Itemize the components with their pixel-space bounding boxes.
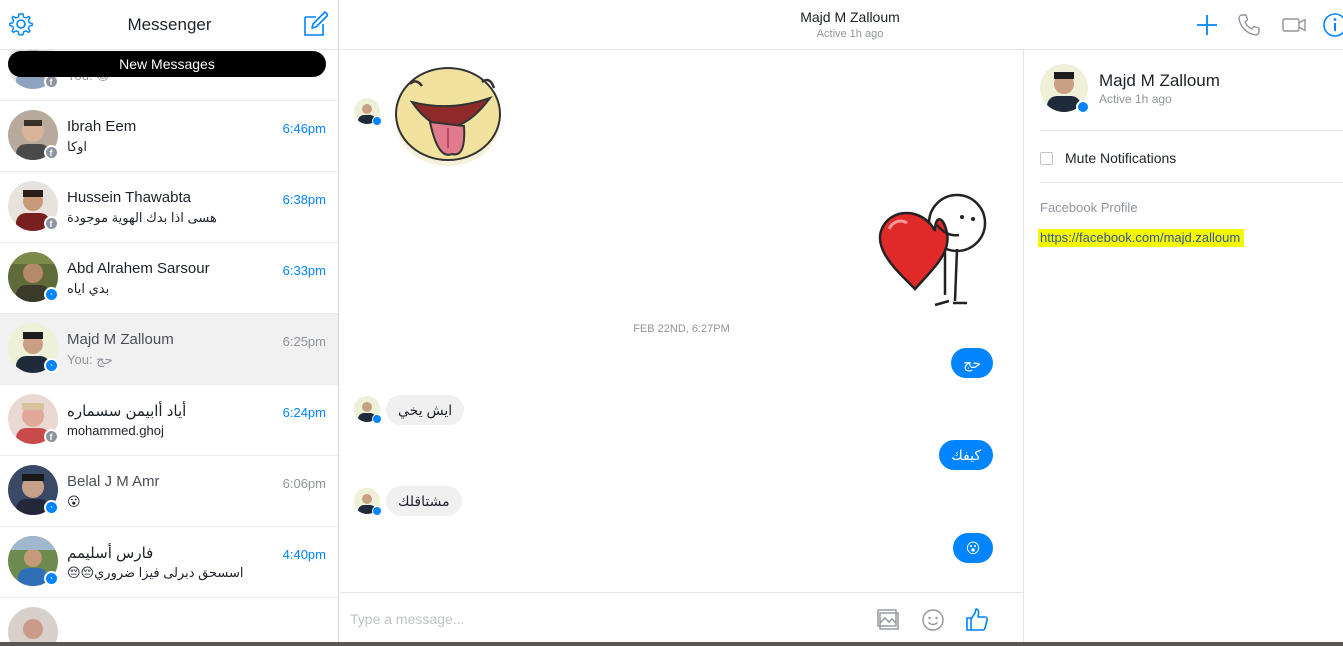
conversation-snippet: اوكا — [67, 139, 88, 154]
conversation-item[interactable]: Abd Alrahem Sarsour 6:33pm بدي اياه — [0, 243, 338, 314]
conversation-header: Majd M Zalloum Active 1h ago — [340, 0, 1343, 50]
conversation-time: 6:46pm — [282, 121, 326, 136]
messenger-badge-icon — [372, 414, 382, 424]
phone-icon[interactable] — [1236, 12, 1262, 38]
left-panel-title: Messenger — [127, 15, 212, 34]
conversation-name: Abd Alrahem Sarsour — [67, 260, 210, 277]
conversation-item[interactable]: f أياد أابيمن سسماره 6:24pm mohammed.gho… — [0, 385, 338, 456]
conversation-snippet: هسى اذا بدك الهوية موجودة — [67, 210, 217, 225]
divider — [1040, 182, 1343, 183]
info-icon[interactable] — [1322, 12, 1343, 38]
conversation-time: 6:25pm — [282, 334, 326, 349]
contact-status: Active 1h ago — [1099, 92, 1172, 106]
conversation-panel: Majd M Zalloum Active 1h ago FEB 22ND, 6… — [340, 0, 1343, 646]
composer — [340, 592, 1023, 646]
incoming-message: ايش يخي — [386, 395, 465, 425]
conversation-item-partial[interactable] — [0, 598, 338, 646]
conversation-time: 6:06pm — [282, 476, 326, 491]
conversation-name: فارس أسليمم — [67, 545, 154, 562]
conversation-list: f You: 😉 f Ibrah Eem 6:46pm اوكا f Husse… — [0, 30, 338, 646]
tongue-emoji-sticker — [390, 62, 506, 170]
conversation-item[interactable]: Belal J M Amr 6:06pm 😮 — [0, 456, 338, 527]
plus-icon[interactable] — [1194, 12, 1220, 38]
mute-label: Mute Notifications — [1065, 150, 1177, 166]
conversation-info-panel: Majd M Zalloum Active 1h ago Mute Notifi… — [1023, 50, 1343, 646]
outgoing-message: كيفك — [939, 440, 993, 470]
conversation-item-selected[interactable]: Majd M Zalloum 6:25pm You: حج — [0, 314, 338, 385]
sender-avatar — [354, 396, 382, 424]
messenger-badge-icon — [372, 116, 382, 126]
outgoing-message: حج — [951, 348, 993, 378]
conversation-snippet: 😮 — [67, 494, 81, 509]
date-divider: FEB 22ND, 6:27PM — [633, 323, 730, 335]
facebook-profile-label: Facebook Profile — [1040, 200, 1138, 215]
messenger-badge-icon — [44, 358, 59, 373]
left-header: Messenger — [0, 0, 338, 50]
image-icon[interactable] — [876, 607, 902, 633]
message-thread: FEB 22ND, 6:27PM حج ايش يخي كيفك مشتاقلك… — [340, 50, 1023, 592]
mute-checkbox[interactable] — [1040, 151, 1053, 165]
conversation-time: 6:38pm — [282, 192, 326, 207]
facebook-badge-icon: f — [44, 216, 59, 231]
svg-text:f: f — [50, 219, 54, 229]
conversation-list-panel: f You: 😉 f Ibrah Eem 6:46pm اوكا f Husse… — [0, 0, 339, 646]
conversation-name: أياد أابيمن سسماره — [67, 403, 187, 420]
heart-sticker — [875, 185, 991, 307]
contact-name: Majd M Zalloum — [1099, 71, 1220, 90]
conversation-time: 4:40pm — [282, 547, 326, 562]
taskbar-edge — [0, 642, 1343, 646]
compose-icon[interactable] — [302, 11, 329, 37]
facebook-badge-icon: f — [44, 429, 59, 444]
conversation-name: Belal J M Amr — [67, 473, 160, 490]
conversation-snippet: 😔😔اسسحق دبرلى فيزا ضروري — [67, 565, 244, 580]
emoji-icon[interactable] — [920, 607, 946, 633]
svg-text:f: f — [50, 432, 54, 442]
messenger-badge-icon — [1076, 100, 1090, 114]
messenger-badge-icon — [44, 287, 59, 302]
svg-text:f: f — [50, 77, 54, 87]
mute-notifications-row[interactable]: Mute Notifications — [1040, 148, 1176, 168]
new-messages-banner[interactable]: New Messages — [8, 51, 326, 77]
conversation-item[interactable]: f Hussein Thawabta 6:38pm هسى اذا بدك ال… — [0, 172, 338, 243]
conversation-snippet: بدي اياه — [67, 281, 110, 296]
conversation-snippet: mohammed.ghoj — [67, 423, 164, 438]
thumbs-up-icon[interactable] — [964, 607, 990, 633]
conversation-name: Ibrah Eem — [67, 118, 137, 135]
facebook-badge-icon: f — [44, 145, 59, 160]
messenger-badge-icon — [372, 506, 382, 516]
conversation-item[interactable]: فارس أسليمم 4:40pm 😔😔اسسحق دبرلى فيزا ضر… — [0, 527, 338, 598]
conversation-time: 6:24pm — [282, 405, 326, 420]
message-input[interactable] — [350, 606, 850, 632]
svg-text:f: f — [50, 148, 54, 158]
facebook-profile-link[interactable]: https://facebook.com/majd.zalloum — [1038, 229, 1245, 247]
conversation-snippet: You: حج — [67, 352, 113, 367]
conversation-title: Majd M Zalloum — [800, 9, 900, 25]
incoming-message: مشتاقلك — [386, 486, 462, 516]
avatar — [8, 607, 58, 646]
conversation-time: 6:33pm — [282, 263, 326, 278]
active-status: Active 1h ago — [816, 28, 884, 40]
messenger-badge-icon — [44, 500, 59, 515]
sender-avatar — [354, 98, 382, 126]
divider — [1040, 130, 1343, 131]
conversation-item[interactable]: f Ibrah Eem 6:46pm اوكا — [0, 101, 338, 172]
sender-avatar — [354, 488, 382, 516]
messenger-badge-icon — [44, 571, 59, 586]
conversation-name: Majd M Zalloum — [67, 331, 174, 348]
outgoing-message: 😮 — [953, 533, 993, 563]
conversation-name: Hussein Thawabta — [67, 189, 191, 206]
video-icon[interactable] — [1281, 12, 1307, 38]
